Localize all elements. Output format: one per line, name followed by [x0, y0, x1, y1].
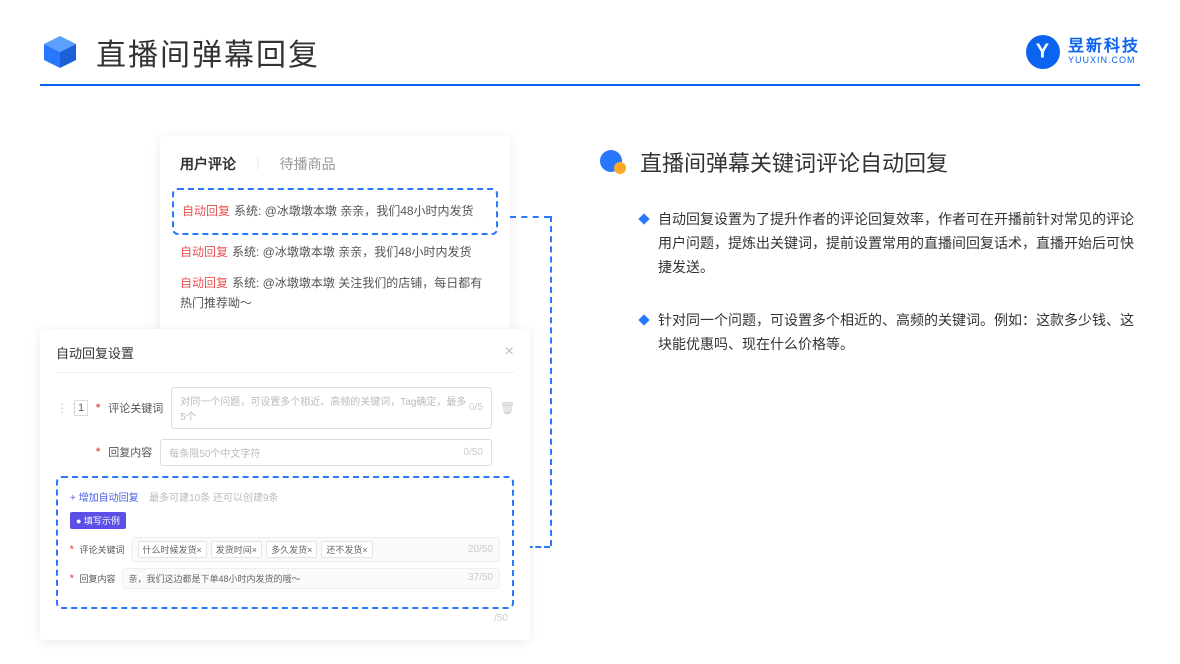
brand-logo: Y 昱新科技 YUUXIN.COM	[1026, 35, 1140, 69]
example-section: + 增加自动回复 最多可建10条 还可以创建9条 ● 填写示例 * 评论关键词 …	[56, 476, 514, 609]
brand-name: 昱新科技	[1068, 38, 1140, 56]
diamond-icon	[638, 213, 649, 224]
bullet-item: 针对同一个问题，可设置多个相近的、高频的关键词。例如：这款多少钱、这块能优惠吗、…	[600, 309, 1140, 357]
comment-row: 自动回复系统: @冰墩墩本墩 关注我们的店铺，每日都有热门推荐呦～	[180, 268, 490, 318]
brand-icon: Y	[1019, 28, 1067, 76]
page-header: 直播间弹幕回复 Y 昱新科技 YUUXIN.COM	[0, 0, 1180, 84]
page-title: 直播间弹幕回复	[96, 30, 320, 74]
reply-row: * 回复内容 每条限50个中文字符 0/50	[56, 439, 514, 466]
comment-row: 自动回复系统: @冰墩墩本墩 亲亲，我们48小时内发货	[180, 237, 490, 268]
bullet-item: 自动回复设置为了提升作者的评论回复效率，作者可在开播前针对常见的评论用户问题，提…	[600, 208, 1140, 279]
brand-url: YUUXIN.COM	[1068, 56, 1140, 66]
highlighted-comment: 自动回复系统: @冰墩墩本墩 亲亲，我们48小时内发货	[172, 188, 498, 235]
chat-bubble-icon	[600, 150, 628, 174]
example-reply-row: * 回复内容 亲，我们这边都是下单48小时内发货的哦～ 37/50	[70, 568, 500, 589]
required-icon: *	[96, 446, 100, 458]
reply-input[interactable]: 每条限50个中文字符 0/50	[160, 439, 492, 466]
cube-icon	[40, 32, 80, 72]
keyword-row: ⋮⋮ 1 * 评论关键词 对同一个问题，可设置多个相近、高频的关键词，Tag确定…	[56, 387, 514, 429]
example-keyword-row: * 评论关键词 什么时候发货× 发货时间× 多久发货× 还不发货× 20/50	[70, 537, 500, 562]
tab-pending-goods[interactable]: 待播商品	[280, 154, 336, 174]
drag-handle-icon[interactable]: ⋮⋮	[56, 401, 66, 415]
example-badge: ● 填写示例	[70, 512, 126, 529]
tag-item[interactable]: 还不发货×	[321, 541, 372, 558]
tag-item[interactable]: 多久发货×	[266, 541, 317, 558]
reply-label: 回复内容	[108, 444, 152, 460]
add-hint: 最多可建10条 还可以创建9条	[149, 493, 278, 504]
keyword-label: 评论关键词	[108, 400, 163, 416]
connector-line	[550, 216, 552, 546]
settings-title: 自动回复设置	[56, 343, 134, 362]
required-icon: *	[96, 402, 100, 414]
section-title: 直播间弹幕关键词评论自动回复	[640, 146, 948, 178]
auto-reply-label: 自动回复	[182, 204, 230, 218]
tab-separator: |	[256, 154, 260, 174]
connector-line	[510, 216, 550, 218]
comments-panel: 用户评论 | 待播商品 自动回复系统: @冰墩墩本墩 亲亲，我们48小时内发货 …	[160, 136, 510, 339]
description-panel: 直播间弹幕关键词评论自动回复 自动回复设置为了提升作者的评论回复效率，作者可在开…	[560, 136, 1140, 640]
example-keyword-tags: 什么时候发货× 发货时间× 多久发货× 还不发货× 20/50	[131, 537, 500, 562]
close-icon[interactable]: ×	[505, 343, 514, 361]
footer-counter: /50	[56, 609, 514, 624]
tag-item[interactable]: 发货时间×	[211, 541, 262, 558]
tag-item[interactable]: 什么时候发货×	[138, 541, 207, 558]
auto-reply-settings-panel: 自动回复设置 × ⋮⋮ 1 * 评论关键词 对同一个问题，可设置多个相近、高频的…	[40, 329, 530, 640]
keyword-input[interactable]: 对同一个问题，可设置多个相近、高频的关键词，Tag确定，最多5个 0/5	[171, 387, 492, 429]
example-reply-text: 亲，我们这边都是下单48小时内发货的哦～ 37/50	[122, 568, 500, 589]
add-reply-link[interactable]: + 增加自动回复	[70, 493, 139, 504]
delete-icon[interactable]: 🗑	[500, 401, 514, 415]
tab-user-comments[interactable]: 用户评论	[180, 154, 236, 174]
diamond-icon	[638, 315, 649, 326]
comment-text: 系统: @冰墩墩本墩 亲亲，我们48小时内发货	[234, 204, 474, 218]
row-number: 1	[74, 400, 88, 416]
